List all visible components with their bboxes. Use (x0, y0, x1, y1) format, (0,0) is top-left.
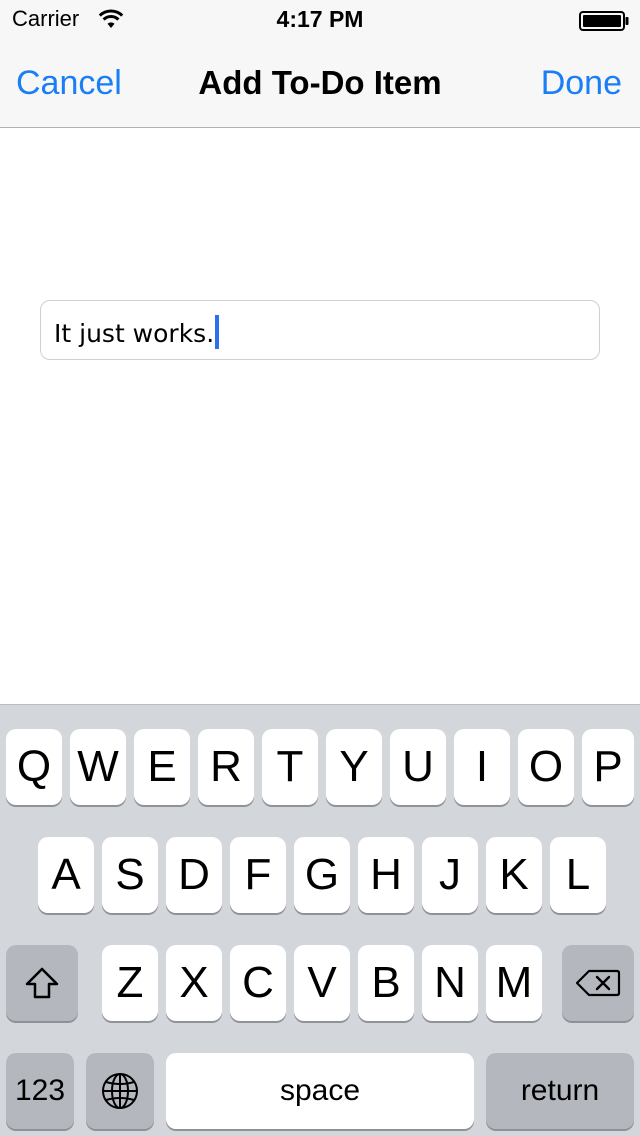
key-u[interactable]: U (390, 729, 446, 805)
key-o[interactable]: O (518, 729, 574, 805)
navigation-bar: Cancel Add To-Do Item Done (0, 40, 640, 128)
key-x[interactable]: X (166, 945, 222, 1021)
globe-icon (102, 1073, 138, 1109)
add-todo-screen: Carrier 4:17 PM Cancel Add To-Do Item Do… (0, 0, 640, 1136)
key-t[interactable]: T (262, 729, 318, 805)
key-d[interactable]: D (166, 837, 222, 913)
numbers-key[interactable]: 123 (6, 1053, 74, 1129)
key-q[interactable]: Q (6, 729, 62, 805)
delete-key[interactable] (562, 945, 634, 1021)
key-v[interactable]: V (294, 945, 350, 1021)
return-key[interactable]: return (486, 1053, 634, 1129)
key-s[interactable]: S (102, 837, 158, 913)
shift-key[interactable] (6, 945, 78, 1021)
globe-key[interactable] (86, 1053, 154, 1129)
key-z[interactable]: Z (102, 945, 158, 1021)
text-cursor (215, 315, 220, 349)
key-y[interactable]: Y (326, 729, 382, 805)
status-time: 4:17 PM (276, 6, 364, 32)
key-m[interactable]: M (486, 945, 542, 1021)
key-k[interactable]: K (486, 837, 542, 913)
key-f[interactable]: F (230, 837, 286, 913)
key-w[interactable]: W (70, 729, 126, 805)
todo-item-text-value: It just works. (54, 319, 215, 348)
todo-item-text-field[interactable]: It just works. (40, 300, 600, 360)
status-bar: Carrier 4:17 PM (0, 0, 640, 40)
key-r[interactable]: R (198, 729, 254, 805)
shift-icon (25, 967, 59, 999)
key-g[interactable]: G (294, 837, 350, 913)
key-l[interactable]: L (550, 837, 606, 913)
key-j[interactable]: J (422, 837, 478, 913)
key-e[interactable]: E (134, 729, 190, 805)
key-h[interactable]: H (358, 837, 414, 913)
key-b[interactable]: B (358, 945, 414, 1021)
key-c[interactable]: C (230, 945, 286, 1021)
delete-icon (575, 969, 621, 997)
space-key[interactable]: space (166, 1053, 474, 1129)
key-a[interactable]: A (38, 837, 94, 913)
done-button[interactable]: Done (541, 64, 622, 103)
keyboard: Q W E R T Y U I O P A S D F G H J K L Z … (0, 704, 640, 1136)
key-n[interactable]: N (422, 945, 478, 1021)
key-p[interactable]: P (582, 729, 634, 805)
battery-icon (579, 11, 629, 31)
key-i[interactable]: I (454, 729, 510, 805)
